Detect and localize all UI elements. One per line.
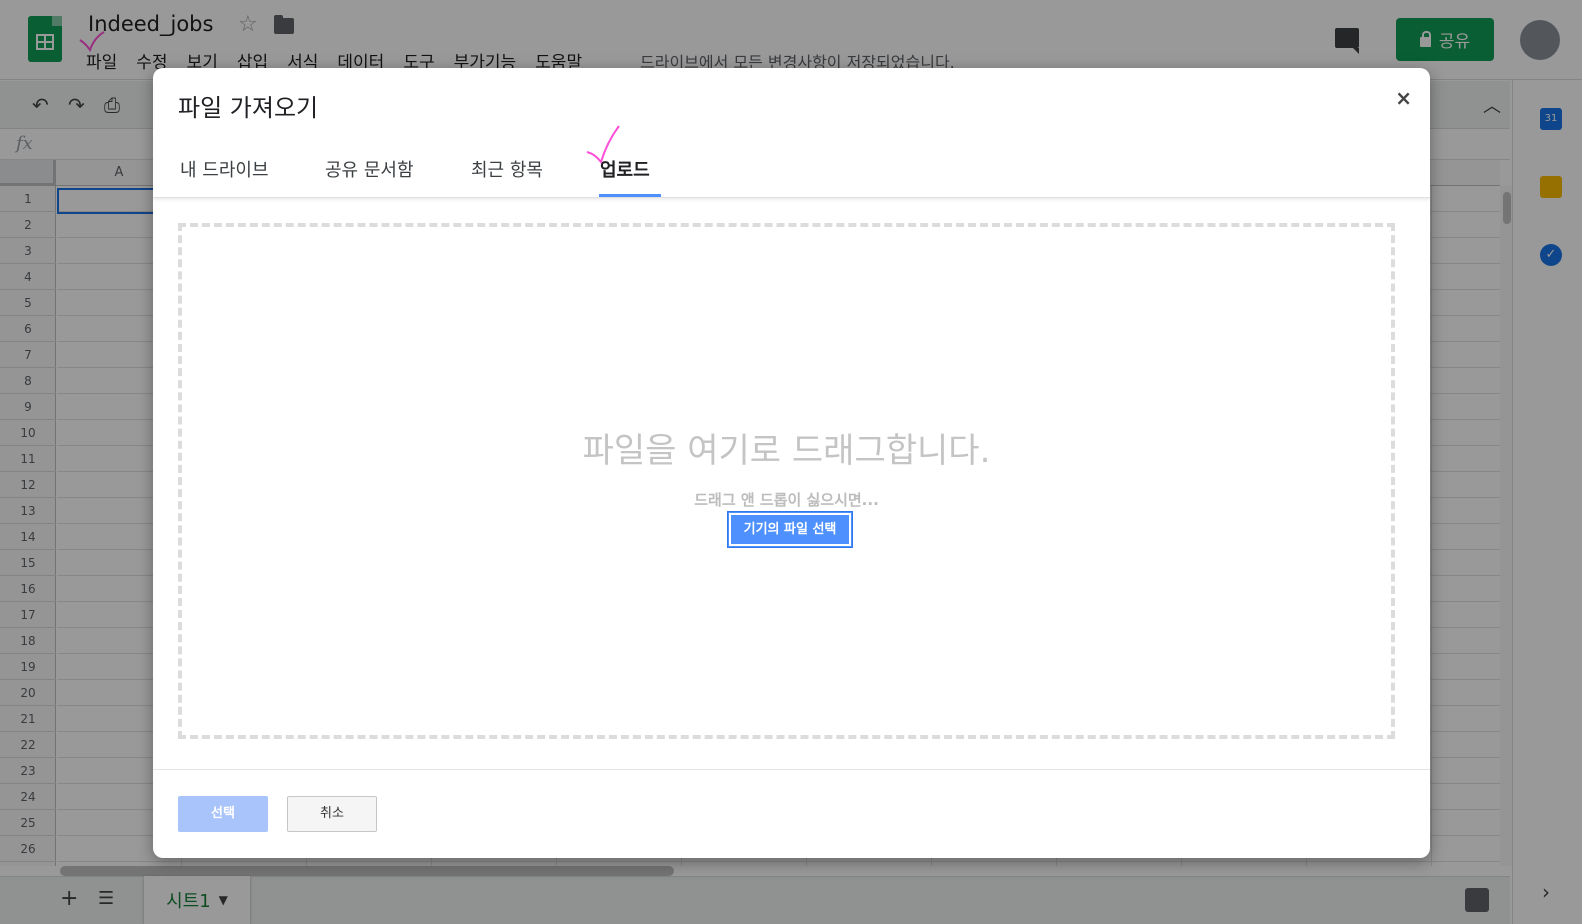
- active-tab-indicator: [599, 194, 661, 197]
- file-drop-zone[interactable]: 파일을 여기로 드래그합니다. 드래그 앤 드롭이 싫으시면... 기기의 파일…: [178, 223, 1395, 739]
- select-file-from-device-button[interactable]: 기기의 파일 선택: [727, 511, 853, 548]
- tab-shared-with-me[interactable]: 공유 문서함: [325, 156, 414, 198]
- drop-zone-title: 파일을 여기로 드래그합니다.: [582, 431, 991, 471]
- close-icon[interactable]: ×: [1395, 86, 1412, 110]
- tab-recent[interactable]: 최근 항목: [471, 156, 543, 198]
- drop-zone-subtitle: 드래그 앤 드롭이 싫으시면...: [694, 491, 879, 509]
- tab-my-drive[interactable]: 내 드라이브: [180, 156, 269, 198]
- dialog-tabs: 내 드라이브 공유 문서함 최근 항목 업로드: [153, 146, 1430, 198]
- cancel-button[interactable]: 취소: [287, 796, 377, 832]
- select-button[interactable]: 선택: [178, 796, 268, 832]
- dialog-title: 파일 가져오기: [178, 94, 319, 122]
- checkmark-annotation-icon: [586, 125, 620, 165]
- footer-divider: [153, 769, 1430, 770]
- import-file-dialog: 파일 가져오기 × 내 드라이브 공유 문서함 최근 항목 업로드 파일을 여기…: [153, 68, 1430, 858]
